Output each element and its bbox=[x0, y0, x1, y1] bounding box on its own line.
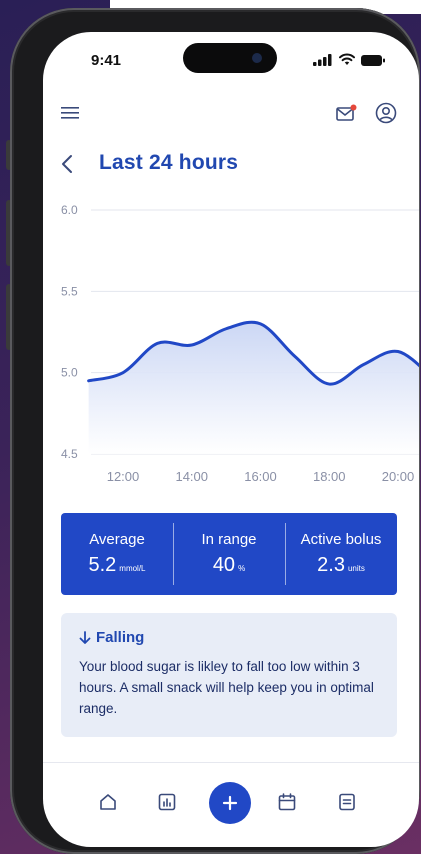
stat-unit: % bbox=[238, 564, 246, 573]
stat-label: Average bbox=[89, 531, 145, 548]
glucose-chart: 6.0 5.5 5.0 4.5 12:00 14:00 16:00 18:00 20:00 bbox=[61, 203, 419, 484]
status-time: 9:41 bbox=[91, 52, 122, 69]
stat-value: 2.3 bbox=[317, 554, 345, 576]
menu-icon[interactable] bbox=[61, 106, 79, 120]
signal-icon bbox=[313, 54, 332, 66]
status-bar: 9:41 bbox=[43, 32, 419, 84]
x-tick-label: 14:00 bbox=[175, 469, 208, 484]
notes-icon[interactable] bbox=[337, 792, 357, 812]
y-tick-label: 5.5 bbox=[61, 284, 78, 298]
chart-area-fill bbox=[88, 322, 419, 454]
stat-average: Average 5.2 mmol/L bbox=[61, 513, 173, 595]
camera-icon bbox=[252, 53, 262, 63]
stat-label: In range bbox=[201, 531, 257, 548]
page-header: Last 24 hours bbox=[43, 147, 419, 183]
stat-value-group: 2.3 units bbox=[317, 554, 365, 577]
alert-title-row: Falling bbox=[79, 629, 379, 646]
arrow-down-icon bbox=[79, 630, 91, 644]
top-bar bbox=[43, 94, 419, 130]
stat-in-range: In range 40 % bbox=[173, 513, 285, 595]
profile-icon[interactable] bbox=[375, 102, 397, 124]
plus-icon bbox=[222, 795, 238, 811]
stats-icon[interactable] bbox=[157, 792, 177, 812]
notification-dot bbox=[350, 104, 357, 111]
y-tick-label: 4.5 bbox=[61, 447, 78, 461]
stat-unit: units bbox=[347, 564, 365, 573]
stat-value-group: 5.2 mmol/L bbox=[88, 554, 145, 577]
stat-unit: mmol/L bbox=[119, 564, 146, 573]
stat-value: 40 bbox=[212, 554, 236, 576]
falling-alert-card: Falling Your blood sugar is likley to fa… bbox=[61, 613, 397, 737]
divider bbox=[43, 762, 419, 763]
alert-title: Falling bbox=[96, 629, 145, 646]
x-tick-label: 16:00 bbox=[244, 469, 277, 484]
page-title: Last 24 hours bbox=[99, 151, 239, 174]
alert-message: Your blood sugar is likley to fall too l… bbox=[79, 659, 374, 716]
x-tick-label: 20:00 bbox=[382, 469, 415, 484]
phone-frame: 9:41 Last 24 hours 6.0 5.5 5.0 4.5 12:00… bbox=[10, 8, 420, 854]
stat-label: Active bolus bbox=[300, 531, 382, 548]
calendar-icon[interactable] bbox=[277, 792, 297, 812]
x-tick-label: 18:00 bbox=[313, 469, 346, 484]
y-tick-label: 5.0 bbox=[61, 366, 78, 380]
mail-icon[interactable] bbox=[336, 104, 358, 122]
stat-value-group: 40 % bbox=[213, 554, 245, 577]
wifi-icon bbox=[339, 53, 355, 65]
y-tick-label: 6.0 bbox=[61, 203, 78, 217]
stat-active-bolus: Active bolus 2.3 units bbox=[285, 513, 397, 595]
battery-icon bbox=[361, 55, 385, 66]
bottom-nav bbox=[43, 780, 419, 830]
stat-value: 5.2 bbox=[88, 554, 117, 576]
stats-panel: Average 5.2 mmol/L In range 40 % Active … bbox=[61, 513, 397, 595]
app-screen: 9:41 Last 24 hours 6.0 5.5 5.0 4.5 12:00… bbox=[43, 32, 419, 847]
back-chevron-icon[interactable] bbox=[59, 153, 75, 175]
dynamic-island bbox=[183, 43, 277, 73]
add-button[interactable] bbox=[209, 782, 251, 824]
x-tick-label: 12:00 bbox=[107, 469, 140, 484]
home-icon[interactable] bbox=[98, 792, 118, 812]
